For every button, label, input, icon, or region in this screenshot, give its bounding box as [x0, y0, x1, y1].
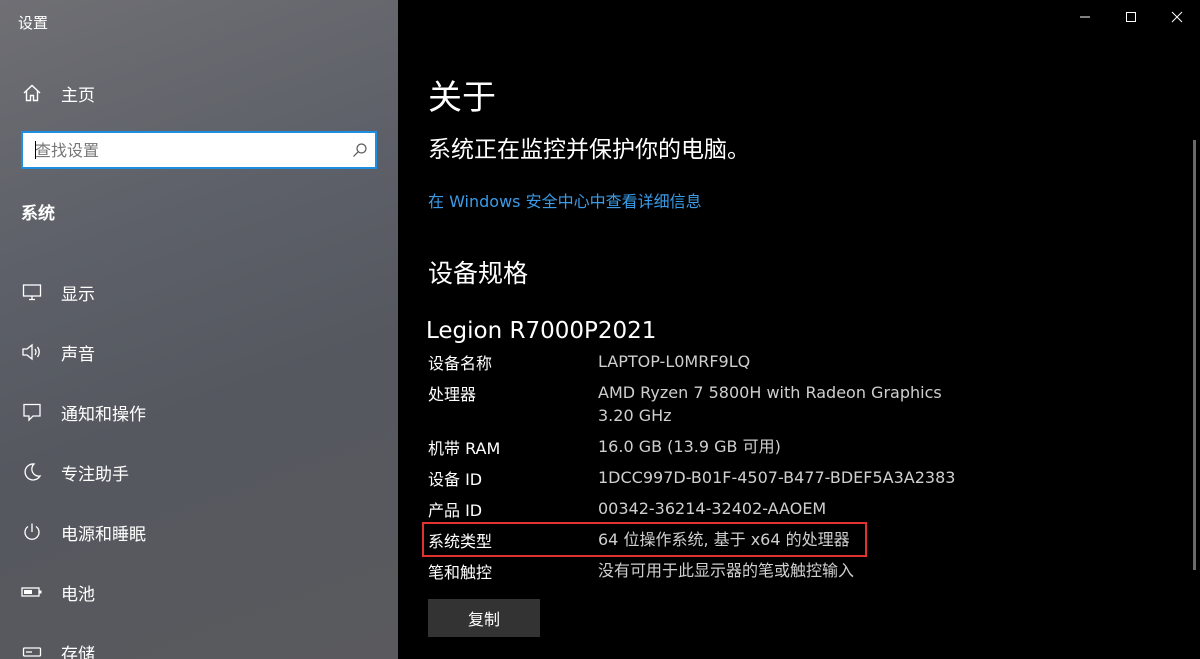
minimize-button[interactable]	[1062, 0, 1108, 34]
sidebar-item-home[interactable]: 主页	[0, 76, 398, 110]
sidebar-item-power-sleep[interactable]: 电源和睡眠	[0, 502, 398, 562]
main-pane: 关于 系统正在监控并保护你的电脑。 在 Windows 安全中心中查看详细信息 …	[398, 0, 1200, 659]
device-specs-heading: 设备规格	[428, 259, 529, 288]
sidebar-item-label: 显示	[61, 284, 95, 305]
spec-value: 16.0 GB (13.9 GB 可用)	[598, 437, 781, 456]
moon-icon	[21, 461, 43, 483]
spec-value-line2: 3.20 GHz	[598, 406, 672, 425]
maximize-icon	[1126, 12, 1136, 22]
spec-label: 机带 RAM	[428, 439, 501, 458]
sidebar-item-storage[interactable]: 存储	[0, 622, 398, 659]
storage-icon	[21, 641, 43, 659]
power-icon	[21, 521, 43, 543]
spec-label: 笔和触控	[428, 563, 493, 582]
notification-icon	[21, 401, 43, 423]
spec-value: 没有可用于此显示器的笔或触控输入	[598, 561, 855, 580]
sidebar-item-notifications[interactable]: 通知和操作	[0, 382, 398, 442]
search-icon[interactable]	[345, 142, 375, 158]
sidebar-item-battery[interactable]: 电池	[0, 562, 398, 622]
sidebar-item-label: 专注助手	[61, 464, 129, 485]
sidebar-item-sound[interactable]: 声音	[0, 322, 398, 382]
nav-list: 显示 声音 通知和操作 专注助手 电源和睡眠 电池 存储	[0, 262, 398, 659]
battery-icon	[21, 581, 43, 603]
device-model: Legion R7000P2021	[426, 318, 657, 344]
maximize-button[interactable]	[1108, 0, 1154, 34]
window-controls	[1062, 0, 1200, 34]
sidebar-item-label: 声音	[61, 344, 95, 365]
spec-label: 设备 ID	[428, 470, 483, 489]
security-center-link[interactable]: 在 Windows 安全中心中查看详细信息	[428, 188, 702, 212]
spec-value: 1DCC997D-B01F-4507-B477-BDEF5A3A2383	[598, 468, 956, 487]
sidebar-item-label: 存储	[61, 644, 95, 659]
minimize-icon	[1080, 16, 1090, 18]
protection-status-text: 系统正在监控并保护你的电脑。	[428, 137, 750, 163]
highlight-annotation-box	[422, 522, 867, 557]
text-caret	[35, 141, 36, 159]
search-box[interactable]	[21, 131, 377, 169]
spec-label: 产品 ID	[428, 501, 483, 520]
spec-value: 00342-36214-32402-AAOEM	[598, 499, 827, 518]
spec-value: LAPTOP-L0MRF9LQ	[598, 352, 751, 371]
sidebar-item-label: 通知和操作	[61, 404, 146, 425]
speaker-icon	[21, 341, 43, 363]
search-input[interactable]	[23, 133, 345, 167]
sidebar-item-focus-assist[interactable]: 专注助手	[0, 442, 398, 502]
copy-button[interactable]: 复制	[428, 599, 540, 637]
spec-value: AMD Ryzen 7 5800H with Radeon Graphics	[598, 383, 942, 402]
sidebar: 设置 主页 系统 显示 声音 通知和操	[0, 0, 398, 659]
close-icon	[1171, 11, 1183, 23]
spec-label: 处理器	[428, 385, 477, 404]
monitor-icon	[21, 281, 43, 303]
scrollbar[interactable]	[1193, 140, 1196, 570]
spec-label: 设备名称	[428, 354, 493, 373]
window-title: 设置	[18, 14, 49, 32]
close-button[interactable]	[1154, 0, 1200, 34]
sidebar-item-label: 电池	[61, 584, 95, 605]
section-heading: 系统	[21, 204, 55, 224]
page-title: 关于	[428, 78, 496, 118]
sidebar-item-display[interactable]: 显示	[0, 262, 398, 322]
home-icon	[21, 82, 43, 104]
sidebar-item-label: 电源和睡眠	[61, 524, 146, 545]
sidebar-item-label: 主页	[61, 85, 95, 106]
